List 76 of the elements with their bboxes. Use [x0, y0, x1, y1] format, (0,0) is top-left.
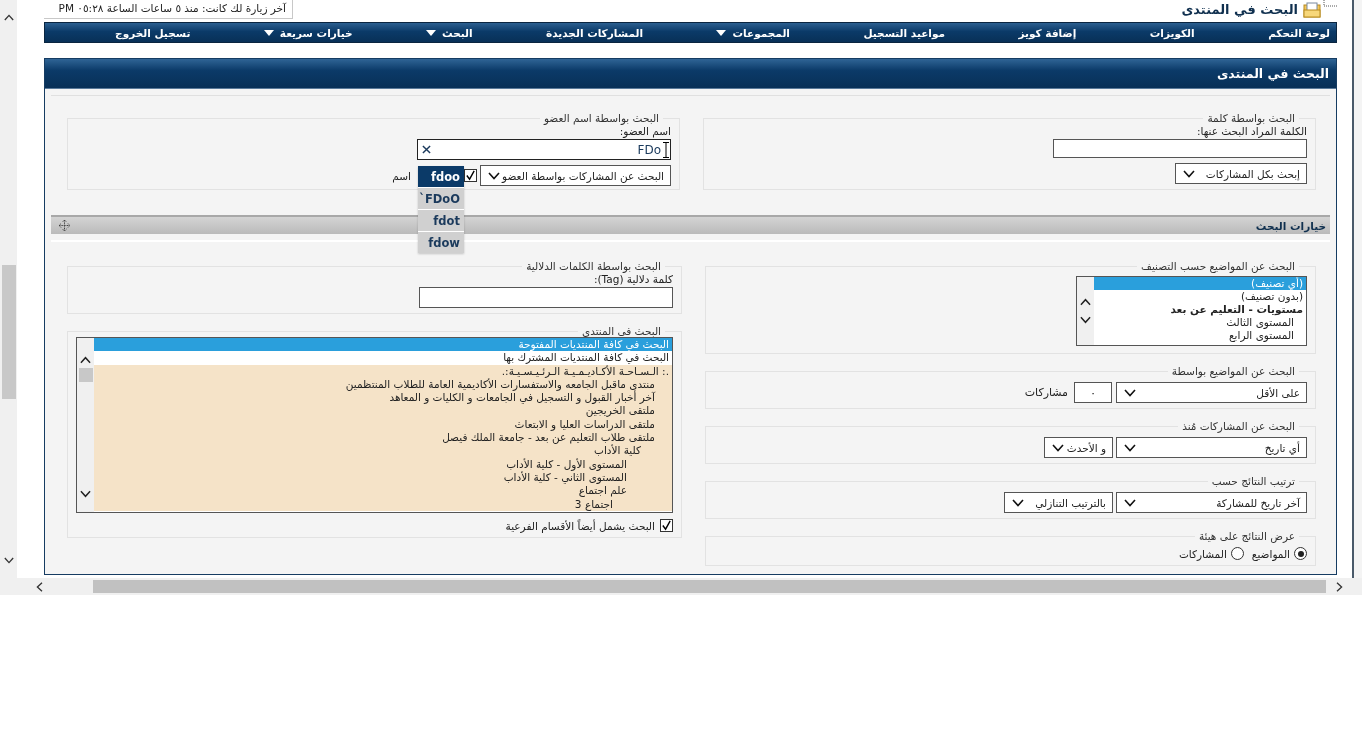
- field-label: اسم العضو:: [619, 125, 671, 137]
- scroll-down-icon[interactable]: [3, 557, 14, 564]
- radio-label: المواضيع: [1251, 547, 1290, 560]
- suggestion-item[interactable]: fdoo: [418, 166, 464, 187]
- panel-title: البحث في المنتدى: [45, 59, 1336, 89]
- chevron-icon: [1124, 388, 1136, 397]
- radio-button[interactable]: [1230, 547, 1244, 560]
- list-option[interactable]: (بدون تصنيف): [1094, 290, 1306, 303]
- dropdown[interactable]: آخر تاريخ للمشاركة: [1116, 492, 1307, 513]
- text-field[interactable]: [1053, 139, 1307, 158]
- dropdown[interactable]: و الأحدث: [1044, 437, 1113, 458]
- chevron-icon: [488, 171, 500, 180]
- scroll-up-icon[interactable]: [80, 356, 91, 364]
- scroll-left-icon[interactable]: [36, 581, 43, 592]
- list-option[interactable]: كلية الأداب: [94, 444, 672, 458]
- radio-label: المشاركات: [1178, 547, 1227, 560]
- chevron-icon: [1124, 443, 1136, 452]
- list-option[interactable]: البحث في كافة المنتديات المشترك بها: [94, 351, 672, 365]
- checkbox[interactable]: [464, 169, 477, 182]
- suggestion-item[interactable]: fdow: [418, 232, 464, 253]
- nav-link[interactable]: البحث: [426, 26, 473, 39]
- scroll-down-icon[interactable]: [1080, 316, 1091, 324]
- scroll-up-icon[interactable]: [1080, 298, 1091, 306]
- checkbox-label: البحث يشمل أيضاً الأقسام الفرعية: [505, 519, 655, 532]
- dropdown[interactable]: على الأقل: [1116, 382, 1307, 403]
- text-field[interactable]: FDo: [417, 139, 671, 160]
- scroll-down-icon[interactable]: [80, 490, 91, 498]
- list-option[interactable]: آخر أخبار القبول و التسجيل في الجامعات و الكليات و المعاهد: [94, 391, 672, 405]
- scroll-thumb[interactable]: [93, 580, 1326, 593]
- scroll-thumb[interactable]: [1, 265, 16, 399]
- last-visit-text: آخر زيارة لك كانت: منذ ٥ ساعات الساعة ٠٥:٢٨ PM: [44, 0, 293, 19]
- dropdown[interactable]: إبحث بكل المشاركات: [1175, 163, 1307, 184]
- chevron-icon: [1012, 498, 1024, 507]
- suggestion-item[interactable]: fdot: [418, 210, 464, 231]
- radio-button[interactable]: [1294, 547, 1307, 560]
- dropdown[interactable]: أي تاريخ: [1116, 437, 1307, 458]
- nav-link[interactable]: تسجيل الخروج: [115, 26, 191, 39]
- list-box[interactable]: (أي تصنيف) (بدون تصنيف) مستويات - التعليم عن بعد المستوى الثالث المستوى الرابع: [1076, 276, 1307, 346]
- list-option[interactable]: .: الـسـاحـة الأكـاديـمـيـة الـرئـيـسـيـة:.: [94, 364, 672, 378]
- list-option[interactable]: المستوى الرابع: [1094, 329, 1306, 342]
- nav-link[interactable]: المشاركات الجديدة: [546, 26, 643, 39]
- nav-link[interactable]: خيارات سريعة: [263, 26, 353, 39]
- close-icon[interactable]: [422, 145, 431, 154]
- list-box[interactable]: [76, 337, 673, 513]
- section-title: خيارات البحث: [1255, 219, 1326, 232]
- move-icon[interactable]: [59, 220, 70, 231]
- field-label: الكلمة المراد البحث عنها:: [1196, 125, 1307, 137]
- nav-link[interactable]: المجموعات: [716, 26, 790, 39]
- chevron-icon: [1052, 443, 1064, 452]
- chevron-icon: [1124, 498, 1136, 507]
- page-title: البحث في المنتدى: [1181, 2, 1298, 17]
- dropdown[interactable]: بالترتيب التنازلي: [1004, 492, 1113, 513]
- unit-label: مشاركات: [1024, 386, 1068, 399]
- checkbox-label: اسم: [392, 169, 411, 182]
- scroll-thumb[interactable]: [78, 368, 93, 382]
- list-option[interactable]: ملتقى طلاب التعليم عن بعد - جامعة الملك فيصل: [94, 431, 672, 445]
- chevron-icon: [1183, 169, 1195, 178]
- text-cursor-icon: [663, 142, 669, 158]
- list-option[interactable]: ملتقى الخريجين: [94, 404, 672, 418]
- option-group-label: مستويات - التعليم عن بعد: [1169, 303, 1304, 316]
- checkbox[interactable]: [660, 519, 673, 532]
- suggestion-item[interactable]: `FDoO: [418, 188, 464, 209]
- list-option[interactable]: المستوى الثالث: [1094, 316, 1306, 329]
- list-option[interactable]: علم اجتماع: [94, 484, 672, 498]
- text-field[interactable]: [419, 287, 673, 308]
- nav-link[interactable]: لوحة التحكم: [1268, 26, 1330, 39]
- horizontal-scrollbar[interactable]: [0, 578, 1362, 595]
- nav-link[interactable]: إضافة كويز: [1018, 26, 1077, 39]
- dropdown[interactable]: البحث عن المشاركات بواسطة العضو: [480, 165, 671, 186]
- field-label: كلمة دلالية (Tag):: [593, 273, 673, 285]
- nav-link[interactable]: الكويزات: [1149, 26, 1195, 39]
- vertical-scrollbar[interactable]: [0, 0, 17, 578]
- nav-link[interactable]: مواعيد التسجيل: [863, 26, 946, 39]
- scroll-up-icon[interactable]: [3, 14, 14, 21]
- scroll-right-icon[interactable]: [1336, 581, 1343, 592]
- number-field[interactable]: ٠: [1074, 382, 1112, 403]
